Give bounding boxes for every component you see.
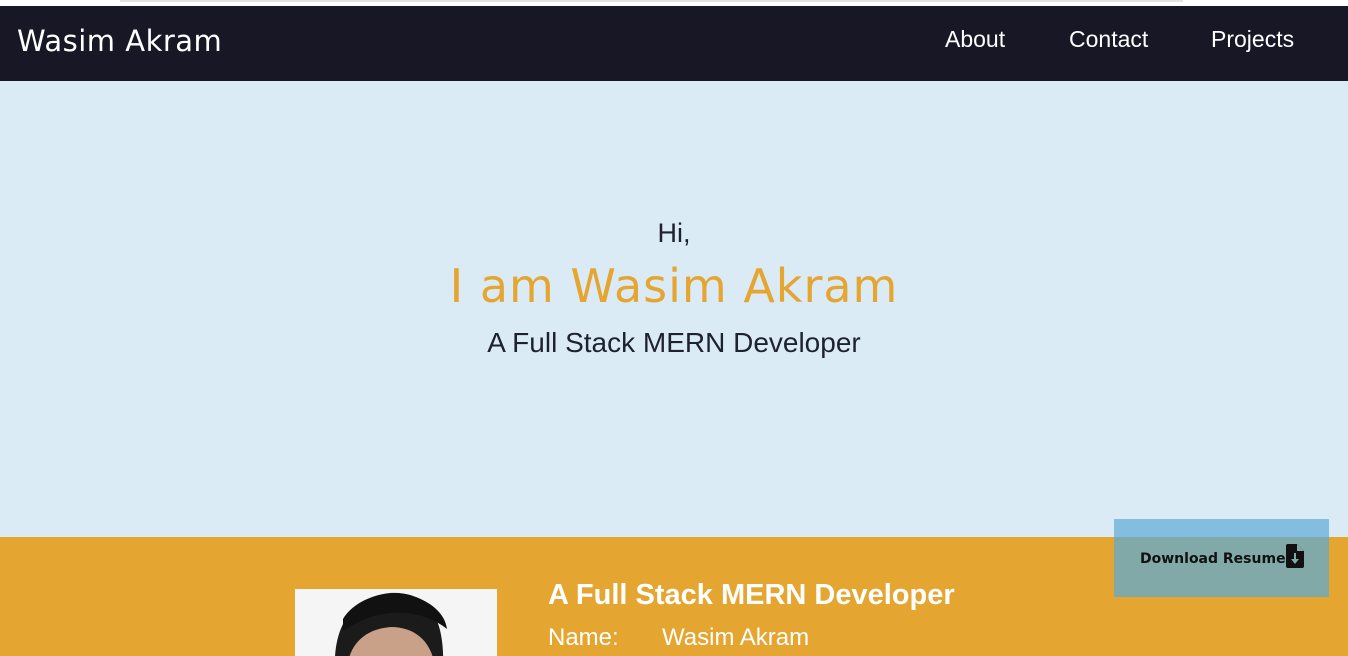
profile-photo [295,589,497,656]
nav-link-about[interactable]: About [945,26,1005,53]
name-label: Name: [548,624,619,651]
hero-role: A Full Stack MERN Developer [487,327,861,358]
nav-link-projects[interactable]: Projects [1211,26,1294,53]
file-download-icon [1286,544,1304,573]
name-value: Wasim Akram [662,624,810,651]
download-resume-button[interactable]: Download Resume [1114,519,1329,597]
navbar: Wasim Akram About Contact Projects [0,6,1348,81]
top-divider [120,0,1183,2]
hero-greeting: Hi, [657,218,691,248]
hero-headline: I am Wasim Akram [449,259,899,313]
hero-section: Hi, I am Wasim Akram A Full Stack MERN D… [0,81,1348,537]
nav-link-contact[interactable]: Contact [1069,26,1148,53]
download-resume-label: Download Resume [1140,551,1286,567]
profile-photo-image [295,589,497,656]
about-name-row: Name: Wasim Akram [548,624,809,652]
about-title: A Full Stack MERN Developer [548,579,955,611]
brand-logo[interactable]: Wasim Akram [17,24,222,58]
